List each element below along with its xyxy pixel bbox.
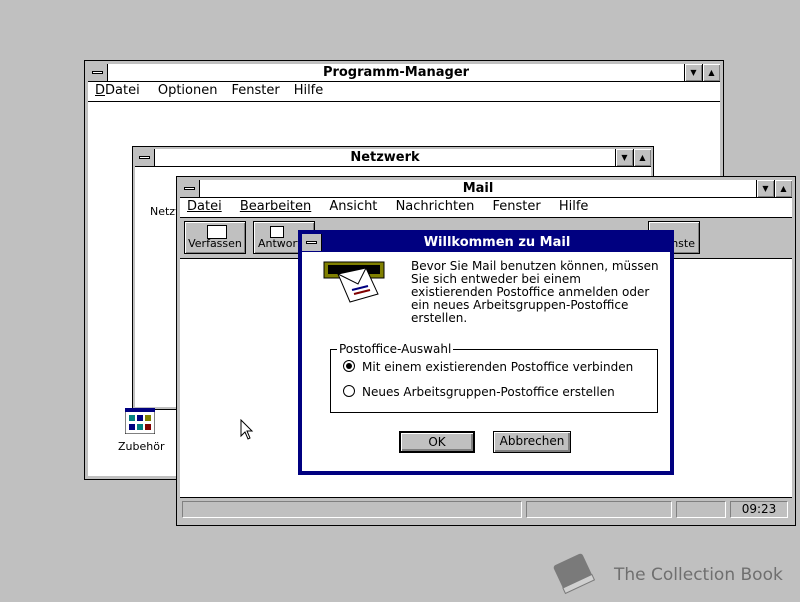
status-time: 09:23 (730, 501, 788, 518)
postoffice-group-label: Postoffice-Auswahl (337, 342, 454, 356)
menu-optionen[interactable]: Optionen (151, 82, 225, 98)
menu-datei[interactable]: Datei (180, 198, 229, 214)
netzwerk-titlebar[interactable]: Netzwerk ▼ ▲ (135, 149, 651, 167)
compose-button[interactable]: Verfassen (184, 221, 246, 254)
status-pane-2 (526, 501, 672, 518)
menu-datei-label: Datei (187, 199, 222, 214)
status-pane-1 (182, 501, 522, 518)
menu-bearbeiten[interactable]: Bearbeiten (233, 198, 318, 214)
program-manager-title: Programm-Manager (322, 65, 470, 80)
radio-create-new-label: Neues Arbeitsgruppen-Postoffice erstelle… (362, 385, 615, 399)
system-menu-icon[interactable] (88, 64, 108, 81)
status-pane-3 (676, 501, 726, 518)
radio-connect-existing[interactable]: Mit einem existierenden Postoffice verbi… (343, 360, 633, 374)
postoffice-groupbox: Postoffice-Auswahl Mit einem existierend… (330, 342, 658, 413)
maximize-icon[interactable]: ▲ (633, 149, 651, 166)
menu-nachrichten[interactable]: Nachrichten (389, 198, 482, 214)
mouse-cursor-icon (240, 418, 254, 445)
mail-titlebar[interactable]: Mail ▼ ▲ (180, 180, 792, 198)
minimize-icon[interactable]: ▼ (756, 180, 774, 197)
radio-create-new[interactable]: Neues Arbeitsgruppen-Postoffice erstelle… (343, 385, 615, 399)
welcome-dialog-body: Willkommen zu Mail Bevor Sie Mail benutz… (302, 234, 670, 471)
mail-statusbar: 09:23 (180, 497, 792, 522)
menu-datei[interactable]: DDatei (88, 82, 147, 98)
radio-unselected-icon[interactable] (343, 385, 355, 397)
program-manager-titlebar[interactable]: Programm-Manager ▼ ▲ (88, 64, 720, 82)
menu-fenster[interactable]: Fenster (224, 82, 286, 98)
system-menu-icon[interactable] (135, 149, 155, 166)
welcome-dialog: Willkommen zu Mail Bevor Sie Mail benutz… (298, 230, 674, 475)
program-group-icon[interactable] (124, 407, 156, 435)
book-icon (546, 550, 602, 602)
welcome-dialog-title: Willkommen zu Mail (423, 235, 571, 250)
welcome-message: Bevor Sie Mail benutzen können, müssen S… (411, 259, 659, 325)
menu-fenster[interactable]: Fenster (485, 198, 547, 214)
program-manager-menubar: DDatei Optionen Fenster Hilfe (88, 82, 720, 102)
cancel-button[interactable]: Abbrechen (493, 431, 571, 453)
minimize-icon[interactable]: ▼ (684, 64, 702, 81)
menu-hilfe[interactable]: Hilfe (287, 82, 331, 98)
menu-datei-label: Datei (105, 83, 140, 98)
mail-envelope-icon (322, 260, 388, 304)
system-menu-icon[interactable] (180, 180, 200, 197)
compose-label: Verfassen (188, 237, 242, 250)
radio-connect-existing-label: Mit einem existierenden Postoffice verbi… (362, 360, 634, 374)
minimize-icon[interactable]: ▼ (615, 149, 633, 166)
ok-button[interactable]: OK (399, 431, 475, 453)
system-menu-icon[interactable] (302, 234, 322, 251)
menu-hilfe[interactable]: Hilfe (552, 198, 596, 214)
netzwerk-title: Netzwerk (350, 150, 420, 165)
maximize-icon[interactable]: ▲ (702, 64, 720, 81)
welcome-dialog-titlebar[interactable]: Willkommen zu Mail (302, 234, 670, 252)
menu-ansicht[interactable]: Ansicht (322, 198, 384, 214)
menu-bearbeiten-label: Bearbeiten (239, 199, 312, 214)
maximize-icon[interactable]: ▲ (774, 180, 792, 197)
mail-title: Mail (462, 181, 494, 196)
radio-selected-icon[interactable] (343, 360, 355, 372)
zubehoer-label[interactable]: Zubehör (118, 440, 164, 453)
mail-menubar: Datei Bearbeiten Ansicht Nachrichten Fen… (180, 198, 792, 218)
watermark-text: The Collection Book (614, 565, 783, 585)
